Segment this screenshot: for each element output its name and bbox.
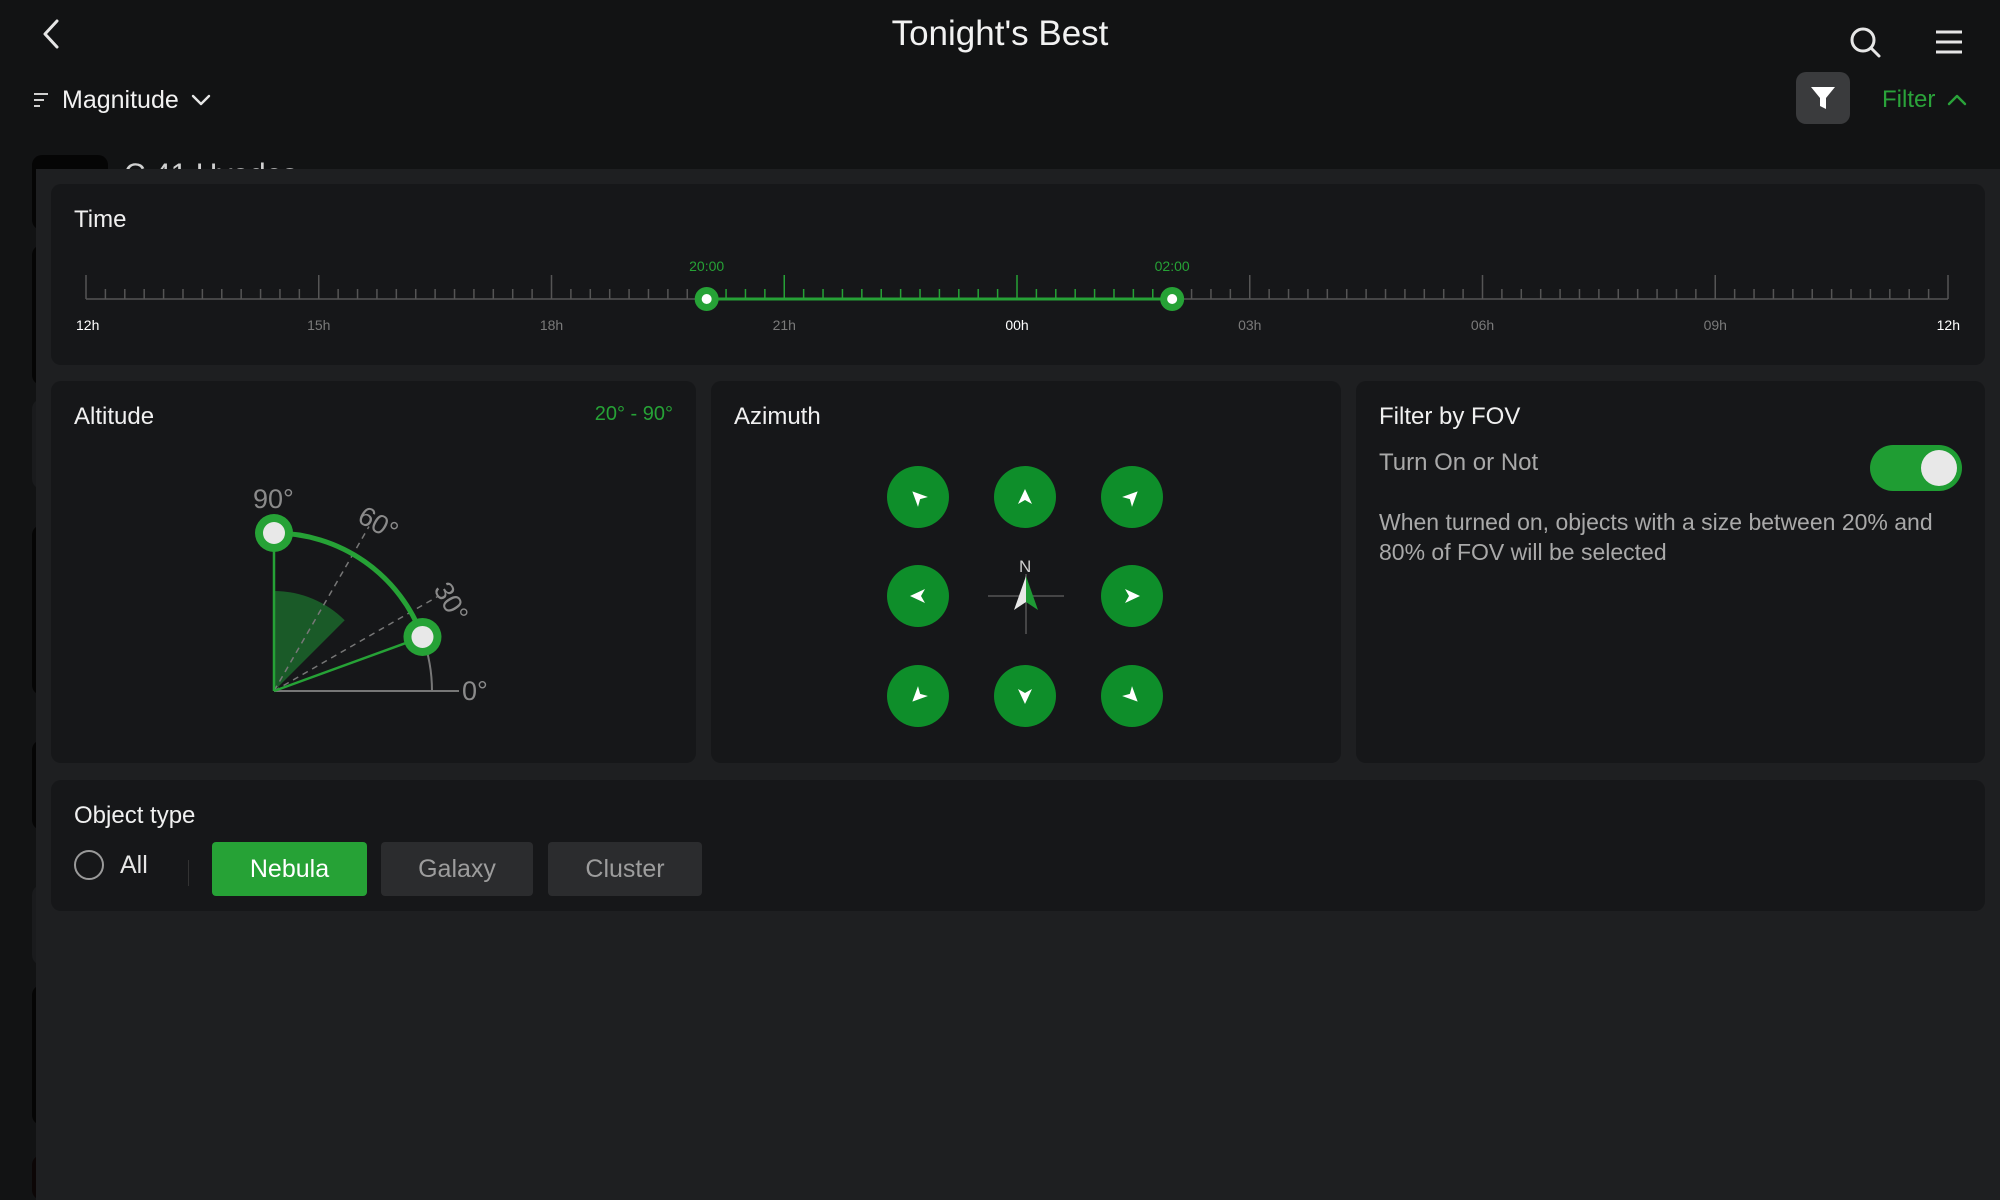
- time-tick-label: 15h: [307, 317, 330, 333]
- time-start-handle-dot: [701, 294, 712, 304]
- filter-panel: Time 12h 15h 18h 21h 00h 03h 06h 09h 12h 20:00 02:…: [36, 169, 2000, 1200]
- all-label: All: [120, 850, 148, 879]
- altitude-dial[interactable]: 90° 60° 30° 0°: [51, 381, 696, 763]
- sort-dropdown[interactable]: Magnitude: [32, 80, 213, 120]
- compass-north-label: N: [1019, 557, 1032, 576]
- funnel-icon: [1811, 87, 1835, 109]
- arrow-southwest-icon: [912, 686, 928, 702]
- object-type-card: Object type All Nebula Galaxy Cluster: [51, 780, 1985, 911]
- time-tick-label: 12h: [1937, 317, 1960, 333]
- chip-divider: [188, 860, 189, 886]
- arrow-south-icon: [1018, 689, 1032, 704]
- menu-button[interactable]: [1930, 24, 1968, 60]
- search-icon: [1850, 27, 1881, 58]
- arrow-west-icon: [910, 589, 925, 603]
- altitude-wedge: [274, 591, 345, 691]
- object-type-chip-nebula[interactable]: Nebula: [212, 842, 367, 896]
- azimuth-northwest-button[interactable]: [887, 466, 949, 528]
- arrow-north-icon: [1018, 489, 1032, 504]
- time-card: Time 12h 15h 18h 21h 00h 03h 06h 09h 12h 20:00 02:…: [51, 184, 1985, 365]
- azimuth-southwest-button[interactable]: [887, 665, 949, 727]
- chevron-up-icon: [1948, 94, 1967, 106]
- arrow-southeast-icon: [1122, 686, 1138, 702]
- fov-toggle[interactable]: [1870, 445, 1962, 491]
- time-tick-label: 00h: [1005, 317, 1028, 333]
- filter-icon-button[interactable]: [1796, 72, 1850, 124]
- azimuth-southeast-button[interactable]: [1101, 665, 1163, 727]
- azimuth-east-button[interactable]: [1101, 565, 1163, 627]
- toggle-knob: [1921, 450, 1957, 486]
- time-tick-label: 06h: [1471, 317, 1494, 333]
- arrow-northeast-icon: [1122, 491, 1138, 507]
- radio-circle-icon: [74, 850, 104, 880]
- fov-card: Filter by FOV Turn On or Not When turned…: [1356, 381, 1985, 763]
- object-type-chip-galaxy[interactable]: Galaxy: [381, 842, 533, 896]
- object-type-title: Object type: [74, 802, 196, 829]
- time-tick-label: 18h: [540, 317, 563, 333]
- azimuth-card: Azimuth N: [711, 381, 1341, 763]
- all-radio[interactable]: All: [74, 850, 148, 880]
- azimuth-northeast-button[interactable]: [1101, 466, 1163, 528]
- altitude-angle-label: 60°: [353, 500, 403, 546]
- fov-description: When turned on, objects with a size betw…: [1379, 509, 1933, 565]
- filter-toggle[interactable]: Filter: [1882, 82, 1969, 118]
- search-button[interactable]: [1846, 22, 1886, 62]
- azimuth-title: Azimuth: [734, 403, 821, 430]
- chevron-down-icon: [191, 94, 210, 106]
- azimuth-north-button[interactable]: [994, 466, 1056, 528]
- page-title: Tonight's Best: [891, 14, 1109, 53]
- arrow-northwest-icon: [912, 491, 928, 507]
- time-end-handle-dot: [1167, 294, 1178, 304]
- hamburger-menu-icon: [1936, 30, 1962, 54]
- sort-label: Magnitude: [62, 85, 179, 114]
- time-tick-label: 09h: [1704, 317, 1727, 333]
- time-start-handle-label: 20:00: [689, 258, 724, 274]
- time-tick-label: 12h: [76, 317, 99, 333]
- time-tick-label: 03h: [1238, 317, 1261, 333]
- altitude-card: Altitude 20° - 90° 90° 60° 30° 0°: [51, 381, 696, 763]
- azimuth-south-button[interactable]: [994, 665, 1056, 727]
- altitude-min-handle-knob: [411, 625, 434, 648]
- filter-label: Filter: [1882, 86, 1936, 113]
- sort-icon: [34, 93, 48, 107]
- time-end-handle-label: 02:00: [1155, 258, 1190, 274]
- fov-toggle-label: Turn On or Not: [1379, 449, 1539, 476]
- object-type-chip-cluster[interactable]: Cluster: [548, 842, 702, 896]
- altitude-max-handle-knob: [263, 522, 285, 544]
- azimuth-west-button[interactable]: [887, 565, 949, 627]
- time-slider[interactable]: 12h 15h 18h 21h 00h 03h 06h 09h 12h 20:00 02:00: [51, 184, 1985, 365]
- arrow-east-icon: [1125, 589, 1140, 603]
- altitude-angle-label: 30°: [428, 577, 474, 627]
- fov-title: Filter by FOV: [1379, 403, 1521, 430]
- altitude-angle-label: 0°: [462, 676, 488, 706]
- time-tick-label: 21h: [773, 317, 796, 333]
- altitude-angle-label: 90°: [253, 484, 294, 514]
